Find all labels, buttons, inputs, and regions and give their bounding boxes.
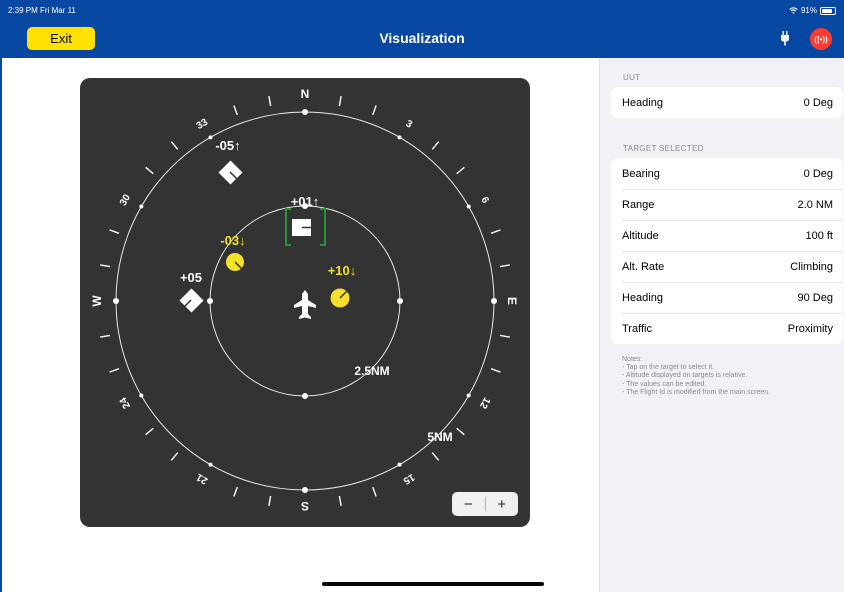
row-value: 100 ft: [805, 229, 833, 242]
target-section-header: TARGET SELECTED: [623, 144, 704, 153]
target-altitude-label: +01↑: [291, 194, 320, 209]
status-indicators: 91%: [789, 6, 836, 15]
zoom-stepper: − +: [452, 492, 518, 516]
cardinal-east: E: [505, 297, 519, 305]
traffic-radar-display[interactable]: N E S W 3 6 12 15 21 24 30 33 2.5NM 5NM …: [80, 78, 530, 527]
row-value: 0 Deg: [803, 96, 833, 109]
note-line: - Altitude displayed on targets is relat…: [622, 372, 748, 380]
ring-marker-dot: [139, 204, 144, 209]
row-label: Alt. Rate: [622, 260, 665, 273]
target-range-row[interactable]: Range 2.0 NM: [611, 189, 843, 220]
broadcast-signal-button[interactable]: ((•)): [810, 28, 832, 50]
ring-marker-dot: [208, 462, 213, 467]
status-bar: 2:39 PM Fri Mar 11 91%: [0, 0, 844, 20]
note-line: - The values can be edited.: [622, 380, 707, 388]
target-alt-rate-row[interactable]: Alt. Rate Climbing: [611, 251, 843, 282]
row-label: Heading: [622, 96, 663, 109]
battery-icon: [820, 6, 836, 15]
target-traffic-row[interactable]: Traffic Proximity: [611, 313, 843, 344]
zoom-out-button[interactable]: −: [452, 492, 485, 516]
navigation-bar: Exit Visualization ((•)): [0, 20, 844, 58]
battery-percent: 91%: [800, 6, 817, 15]
notes-title: Notes:: [622, 356, 643, 363]
row-value: Climbing: [790, 260, 833, 273]
ring-marker-dot: [207, 298, 213, 304]
zoom-in-button[interactable]: +: [485, 492, 518, 516]
ring-marker-dot: [302, 109, 308, 115]
details-panel: UUT Heading 0 Deg TARGET SELECTED Bearin…: [599, 58, 844, 592]
target-group: Bearing 0 Deg Range 2.0 NM Altitude 100 …: [611, 158, 843, 344]
notes: Notes: - Tap on the target to select it.…: [622, 356, 770, 397]
ring-marker-dot: [139, 393, 144, 398]
window-edge: [0, 58, 2, 592]
home-indicator: [322, 582, 544, 586]
target-altitude-row[interactable]: Altitude 100 ft: [611, 220, 843, 251]
row-value: 90 Deg: [797, 291, 833, 304]
uut-group: Heading 0 Deg: [611, 87, 843, 118]
ring-marker-dot: [491, 298, 497, 304]
row-label: Altitude: [622, 229, 659, 242]
ring-marker-dot: [397, 135, 402, 140]
ring-marker-dot: [208, 135, 213, 140]
status-time: 2:39 PM Fri Mar 11: [8, 6, 76, 15]
range-label-inner: 2.5NM: [354, 364, 389, 378]
cardinal-north: N: [301, 87, 310, 101]
target-altitude-label: +10↓: [328, 263, 357, 278]
power-plug-icon[interactable]: [780, 31, 790, 46]
ring-marker-dot: [466, 204, 471, 209]
ring-marker-dot: [397, 298, 403, 304]
range-label-outer: 5NM: [427, 430, 452, 444]
row-value: 0 Deg: [803, 167, 833, 180]
ring-marker-dot: [302, 393, 308, 399]
target-altitude-label: -05↑: [215, 138, 240, 153]
row-label: Range: [622, 198, 655, 211]
note-line: - Tap on the target to select it.: [622, 364, 715, 372]
ring-marker-dot: [113, 298, 119, 304]
row-value: 2.0 NM: [797, 198, 833, 211]
note-line: - The Flight Id is modified from the mai…: [622, 388, 771, 396]
row-value: Proximity: [787, 322, 833, 335]
target-heading-row[interactable]: Heading 90 Deg: [611, 282, 843, 313]
uut-heading-row[interactable]: Heading 0 Deg: [611, 87, 843, 118]
cardinal-south: S: [301, 499, 309, 513]
uut-section-header: UUT: [623, 73, 641, 82]
ring-marker-dot: [397, 462, 402, 467]
page-title: Visualization: [379, 30, 465, 46]
row-label: Traffic: [622, 322, 652, 335]
target-altitude-label: +05: [180, 270, 202, 285]
ring-marker-dot: [302, 487, 308, 493]
cardinal-west: W: [90, 295, 104, 307]
target-altitude-label: -03↓: [220, 233, 245, 248]
broadcast-icon: ((•)): [814, 34, 828, 44]
row-label: Bearing: [622, 167, 660, 180]
wifi-icon: [789, 7, 798, 14]
ring-marker-dot: [466, 393, 471, 398]
target-bearing-row[interactable]: Bearing 0 Deg: [611, 158, 843, 189]
row-label: Heading: [622, 291, 663, 304]
